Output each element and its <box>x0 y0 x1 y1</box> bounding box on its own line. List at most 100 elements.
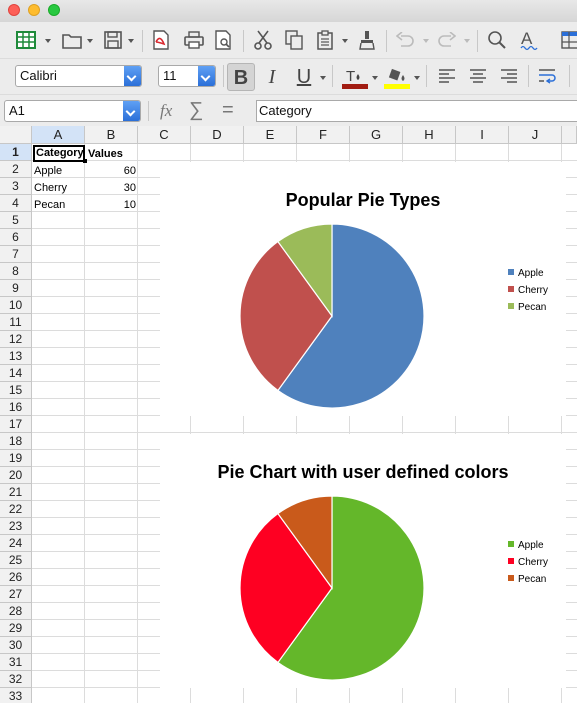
sum-button[interactable]: ∑ <box>189 99 203 122</box>
save-icon[interactable] <box>104 31 122 49</box>
row-header-32[interactable]: 32 <box>0 671 32 688</box>
redo-icon[interactable] <box>438 32 456 48</box>
row-header-15[interactable]: 15 <box>0 382 32 399</box>
row-header-4[interactable]: 4 <box>0 195 32 212</box>
column-header-c[interactable]: C <box>138 126 191 144</box>
pie-chart-1[interactable]: Popular Pie Types Apple Cherry Pecan <box>160 162 566 416</box>
row-header-7[interactable]: 7 <box>0 246 32 263</box>
column-header-a[interactable]: A <box>32 126 85 144</box>
column-header-g[interactable]: G <box>350 126 403 144</box>
row-header-13[interactable]: 13 <box>0 348 32 365</box>
save-dropdown-icon[interactable] <box>128 39 134 43</box>
spelling-icon[interactable]: A <box>519 29 539 51</box>
row-header-30[interactable]: 30 <box>0 637 32 654</box>
paste-dropdown-icon[interactable] <box>342 39 348 43</box>
find-replace-icon[interactable] <box>487 30 507 50</box>
column-header-b[interactable]: B <box>85 126 138 144</box>
formula-input[interactable]: Category <box>256 100 577 122</box>
row-header-3[interactable]: 3 <box>0 178 32 195</box>
underline-button[interactable]: U <box>290 63 318 91</box>
row-header-22[interactable]: 22 <box>0 501 32 518</box>
pie-chart-2[interactable]: Pie Chart with user defined colors Apple… <box>160 434 566 688</box>
column-header-h[interactable]: H <box>403 126 456 144</box>
close-window-button[interactable] <box>8 4 20 16</box>
row-header-25[interactable]: 25 <box>0 552 32 569</box>
column-header-j[interactable]: J <box>509 126 562 144</box>
align-right-icon[interactable] <box>500 68 518 84</box>
new-dropdown-icon[interactable] <box>45 39 51 43</box>
row-header-9[interactable]: 9 <box>0 280 32 297</box>
row-header-14[interactable]: 14 <box>0 365 32 382</box>
align-center-icon[interactable] <box>469 68 487 84</box>
row-header-17[interactable]: 17 <box>0 416 32 433</box>
name-box-dropdown-icon[interactable] <box>123 101 140 121</box>
zoom-window-button[interactable] <box>48 4 60 16</box>
italic-button[interactable]: I <box>258 63 286 91</box>
cell-b2[interactable]: 60 <box>86 163 136 179</box>
row-header-20[interactable]: 20 <box>0 467 32 484</box>
underline-dropdown-icon[interactable] <box>320 76 326 80</box>
cell-b4[interactable]: 10 <box>86 197 136 213</box>
column-header-i[interactable]: I <box>456 126 509 144</box>
open-dropdown-icon[interactable] <box>87 39 93 43</box>
font-color-icon[interactable]: T <box>342 67 368 89</box>
font-name-dropdown-icon[interactable] <box>124 66 141 86</box>
row-header-28[interactable]: 28 <box>0 603 32 620</box>
clone-formatting-icon[interactable] <box>358 30 376 50</box>
cut-icon[interactable] <box>254 30 272 50</box>
print-icon[interactable] <box>184 31 204 49</box>
column-header-f[interactable]: F <box>297 126 350 144</box>
row-header-19[interactable]: 19 <box>0 450 32 467</box>
print-preview-icon[interactable] <box>214 30 232 50</box>
row-header-16[interactable]: 16 <box>0 399 32 416</box>
insert-table-icon[interactable] <box>561 31 577 49</box>
row-header-2[interactable]: 2 <box>0 161 32 178</box>
column-header-overflow[interactable] <box>562 126 577 144</box>
copy-icon[interactable] <box>285 30 303 50</box>
align-left-icon[interactable] <box>438 68 456 84</box>
undo-dropdown-icon[interactable] <box>423 39 429 43</box>
font-name-box[interactable]: Calibri <box>15 65 142 87</box>
row-header-33[interactable]: 33 <box>0 688 32 703</box>
row-header-12[interactable]: 12 <box>0 331 32 348</box>
cell-b1[interactable]: Values <box>88 146 138 162</box>
row-header-29[interactable]: 29 <box>0 620 32 637</box>
column-header-d[interactable]: D <box>191 126 244 144</box>
undo-icon[interactable] <box>396 32 414 48</box>
row-header-18[interactable]: 18 <box>0 433 32 450</box>
row-header-21[interactable]: 21 <box>0 484 32 501</box>
cell-a1[interactable]: Category <box>33 145 85 162</box>
bold-button[interactable]: B <box>227 63 255 91</box>
row-header-8[interactable]: 8 <box>0 263 32 280</box>
redo-dropdown-icon[interactable] <box>464 39 470 43</box>
export-pdf-icon[interactable] <box>152 30 170 50</box>
row-header-11[interactable]: 11 <box>0 314 32 331</box>
cell-b3[interactable]: 30 <box>86 180 136 196</box>
row-header-1[interactable]: 1 <box>0 144 32 161</box>
row-header-6[interactable]: 6 <box>0 229 32 246</box>
row-header-24[interactable]: 24 <box>0 535 32 552</box>
highlight-color-icon[interactable] <box>384 67 410 89</box>
cell-a3[interactable]: Cherry <box>34 180 84 196</box>
select-all-corner[interactable] <box>0 126 32 144</box>
font-size-box[interactable]: 11 <box>158 65 216 87</box>
row-header-10[interactable]: 10 <box>0 297 32 314</box>
column-header-e[interactable]: E <box>244 126 297 144</box>
minimize-window-button[interactable] <box>28 4 40 16</box>
row-header-27[interactable]: 27 <box>0 586 32 603</box>
row-header-31[interactable]: 31 <box>0 654 32 671</box>
name-box[interactable]: A1 <box>4 100 141 122</box>
font-color-dropdown-icon[interactable] <box>372 76 378 80</box>
open-folder-icon[interactable] <box>62 31 82 49</box>
highlight-dropdown-icon[interactable] <box>414 76 420 80</box>
paste-icon[interactable] <box>316 30 334 50</box>
font-size-dropdown-icon[interactable] <box>198 66 215 86</box>
cell-a2[interactable]: Apple <box>34 163 84 179</box>
spreadsheet-grid[interactable]: ABCDEFGHIJ 1 2 3 4 5 6 7 8 9 10 11 12 13 14 15 16 17 18 19… <box>0 126 577 703</box>
function-wizard-button[interactable]: fx <box>160 101 172 121</box>
row-header-23[interactable]: 23 <box>0 518 32 535</box>
spreadsheet-icon[interactable] <box>16 31 36 49</box>
cell-a4[interactable]: Pecan <box>34 197 84 213</box>
formula-button[interactable]: = <box>222 99 234 122</box>
row-header-5[interactable]: 5 <box>0 212 32 229</box>
